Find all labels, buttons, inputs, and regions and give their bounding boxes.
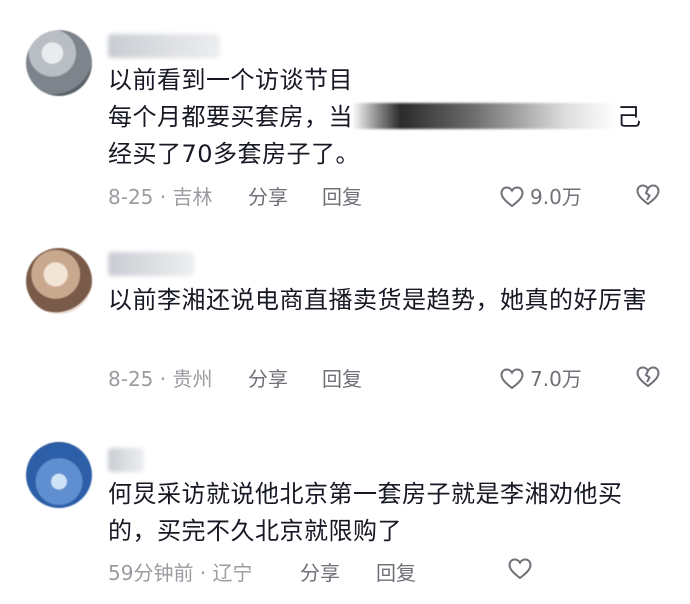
reply-button[interactable]: 回复 (322, 364, 362, 394)
comment-meta: 8-25 · 吉林 分享 回复 9.0万 (108, 182, 660, 212)
comment-text-segment: 每个月都要买套房，当 (108, 103, 353, 131)
avatar[interactable] (26, 248, 92, 314)
reply-button[interactable]: 回复 (376, 558, 416, 588)
share-button[interactable]: 分享 (248, 182, 288, 212)
username[interactable] (108, 34, 220, 58)
dislike-button[interactable] (636, 366, 660, 388)
cropped-edge-fade (530, 555, 690, 604)
date-location: 59分钟前 · 辽宁 (108, 561, 253, 585)
reply-button[interactable]: 回复 (322, 182, 362, 212)
comment-text-line: 以前看到一个访谈节目 (108, 66, 353, 94)
comment-item: 以前看到一个访谈节目 每个月都要买套房，当 己 经买了70多套房子了。 8-25 … (0, 0, 690, 230)
comment-text: 以前李湘还说电商直播卖货是趋势，她真的好厉害 (108, 286, 647, 314)
avatar[interactable] (26, 442, 92, 508)
like-count: 9.0万 (530, 185, 582, 209)
share-button[interactable]: 分享 (248, 364, 288, 394)
heart-icon (508, 558, 532, 580)
like-button[interactable]: 9.0万 (500, 182, 582, 212)
redaction-bar (353, 103, 617, 129)
dislike-button[interactable] (636, 184, 660, 206)
broken-heart-icon (636, 366, 660, 388)
username[interactable] (108, 448, 144, 472)
comment-text-segment: 己 (617, 103, 642, 131)
username[interactable] (108, 252, 194, 276)
comment-text-line: 每个月都要买套房，当 己 (108, 99, 648, 136)
date-location: 8-25 · 吉林 (108, 185, 213, 209)
comment-text-line: 经买了70多套房子了。 (108, 140, 361, 168)
comment-meta: 8-25 · 贵州 分享 回复 7.0万 (108, 364, 660, 394)
avatar[interactable] (26, 30, 92, 96)
share-button[interactable]: 分享 (300, 558, 340, 588)
comment-text: 何炅采访就说他北京第一套房子就是李湘劝他买的，买完不久北京就限购了 (108, 480, 623, 545)
heart-icon (500, 368, 524, 390)
date-location: 8-25 · 贵州 (108, 367, 213, 391)
broken-heart-icon (636, 184, 660, 206)
heart-icon (500, 186, 524, 208)
comment-text: 以前看到一个访谈节目 每个月都要买套房，当 己 经买了70多套房子了。 (108, 62, 648, 173)
like-count: 7.0万 (530, 367, 582, 391)
comment-item: 以前李湘还说电商直播卖货是趋势，她真的好厉害 8-25 · 贵州 分享 回复 7… (0, 230, 690, 420)
like-button[interactable]: 7.0万 (500, 364, 582, 394)
